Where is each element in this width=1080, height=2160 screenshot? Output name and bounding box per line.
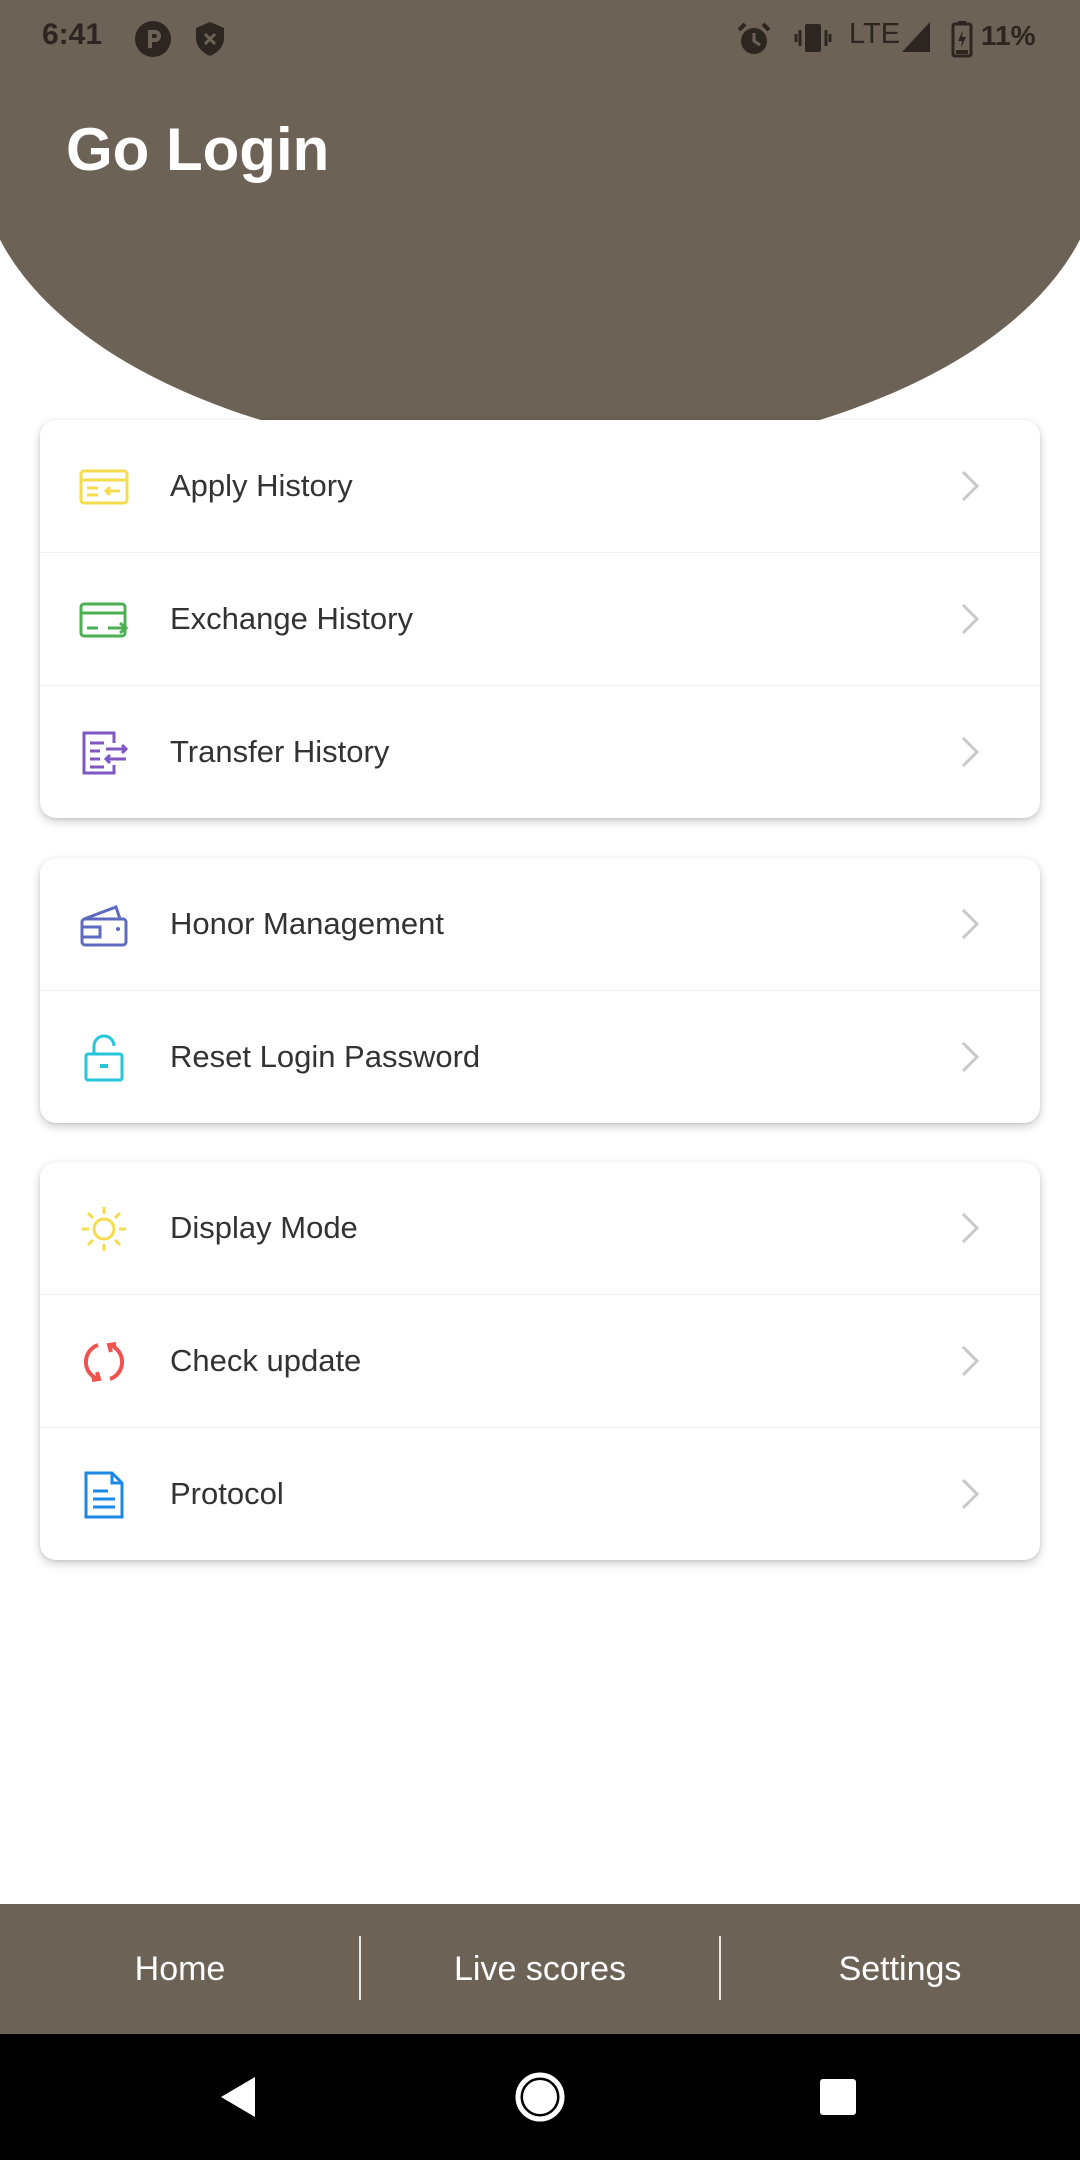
app-notification-icon (135, 21, 171, 57)
menu-item-label: Transfer History (170, 734, 390, 769)
menu-item-label: Display Mode (170, 1210, 358, 1245)
transfer-history-icon (82, 731, 129, 775)
menu-item-exchange-history[interactable]: Exchange History (40, 552, 1040, 685)
exchange-history-icon (79, 602, 129, 638)
signal-icon (902, 22, 930, 52)
menu-item-apply-history[interactable]: Apply History (40, 420, 1040, 552)
nav-live-scores[interactable]: Live scores (360, 1904, 720, 2034)
chevron-right-icon (961, 1478, 980, 1510)
menu-item-transfer-history[interactable]: Transfer History (40, 685, 1040, 818)
menu-item-label: Protocol (170, 1476, 284, 1511)
lock-icon (84, 1034, 124, 1082)
bottom-navigation: Home Live scores Settings (0, 1904, 1080, 2034)
menu-item-label: Reset Login Password (170, 1039, 481, 1074)
history-card: Apply History Exchange History Transfer … (40, 420, 1040, 818)
menu-item-check-update[interactable]: Check update (40, 1294, 1040, 1427)
document-icon (84, 1471, 124, 1519)
menu-item-label: Apply History (170, 468, 353, 503)
wallet-icon (80, 905, 128, 947)
menu-item-display-mode[interactable]: Display Mode (40, 1162, 1040, 1294)
account-card: Honor Management Reset Login Password (40, 858, 1040, 1123)
chevron-right-icon (961, 603, 980, 635)
battery-level: 11% (981, 20, 1036, 51)
recents-icon[interactable] (808, 2067, 868, 2127)
alarm-icon (737, 22, 771, 54)
apply-history-icon (79, 469, 129, 505)
system-navigation-bar (0, 2034, 1080, 2160)
page-title[interactable]: Go Login (66, 115, 329, 184)
menu-item-protocol[interactable]: Protocol (40, 1427, 1040, 1560)
nav-settings[interactable]: Settings (720, 1904, 1080, 2034)
menu-item-label: Check update (170, 1343, 362, 1378)
refresh-icon (83, 1342, 125, 1382)
chevron-right-icon (961, 1345, 980, 1377)
chevron-right-icon (961, 736, 980, 768)
chevron-right-icon (961, 1212, 980, 1244)
app-settings-card: Display Mode Check update Protocol (40, 1162, 1040, 1560)
status-time: 6:41 (42, 18, 103, 51)
back-icon[interactable] (207, 2067, 267, 2127)
vibrate-icon (794, 24, 832, 52)
menu-item-label: Exchange History (170, 601, 413, 636)
network-type: LTE (849, 18, 901, 50)
battery-icon (951, 21, 973, 58)
shield-icon (196, 22, 224, 56)
home-icon[interactable] (510, 2067, 570, 2127)
menu-item-label: Honor Management (170, 906, 444, 941)
menu-item-honor-management[interactable]: Honor Management (40, 858, 1040, 990)
status-bar: 6:41 LTE 11% (0, 0, 1080, 76)
nav-home[interactable]: Home (0, 1904, 360, 2034)
chevron-right-icon (961, 908, 980, 940)
chevron-right-icon (961, 470, 980, 502)
sun-icon (82, 1207, 126, 1251)
chevron-right-icon (961, 1041, 980, 1073)
menu-item-reset-login-password[interactable]: Reset Login Password (40, 990, 1040, 1123)
